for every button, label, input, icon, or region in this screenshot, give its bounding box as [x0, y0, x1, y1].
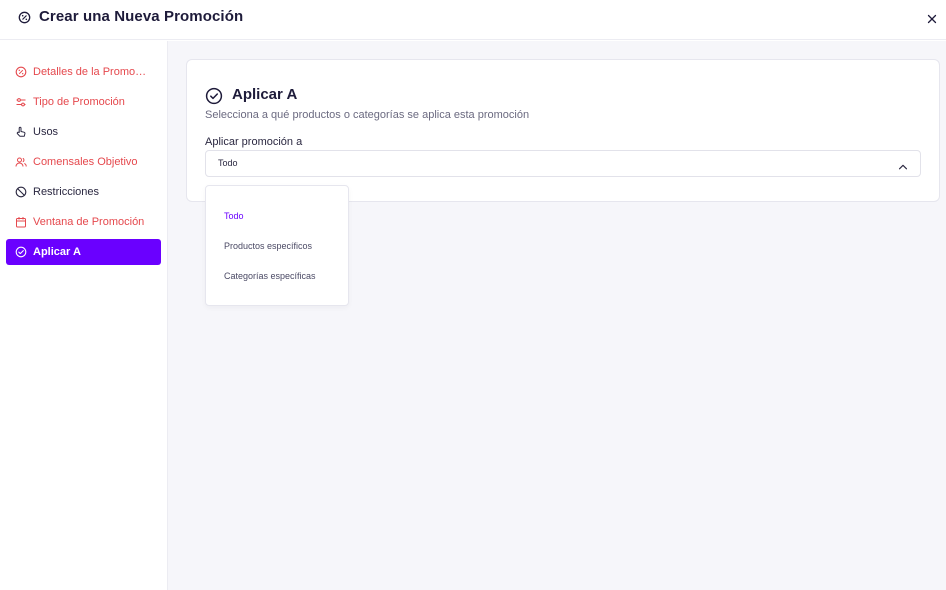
close-icon[interactable] — [926, 12, 938, 24]
modal-header: Crear una Nueva Promoción — [0, 0, 946, 40]
steps-sidebar: Detalles de la Promoción Tipo de Promoci… — [0, 41, 168, 590]
sidebar-item-label: Comensales Objetivo — [33, 156, 138, 168]
sidebar-item-label: Aplicar A — [33, 246, 81, 258]
dropdown-option-all[interactable]: Todo — [224, 211, 244, 221]
dropdown-option-specific-categories[interactable]: Categorías específicas — [224, 271, 316, 281]
section-subtitle: Selecciona a qué productos o categorías … — [205, 109, 530, 121]
percent-badge-icon — [18, 11, 31, 24]
sidebar-item-uses[interactable]: Usos — [6, 119, 161, 145]
sliders-icon — [15, 96, 27, 108]
select-value: Todo — [218, 158, 238, 168]
calendar-icon — [15, 216, 27, 228]
sidebar-item-apply-to[interactable]: Aplicar A — [6, 239, 161, 265]
percent-badge-icon — [15, 66, 27, 78]
sidebar-item-promotion-window[interactable]: Ventana de Promoción — [6, 209, 161, 235]
section-title: Aplicar A — [232, 86, 298, 103]
apply-to-card: Aplicar A Selecciona a qué productos o c… — [186, 59, 940, 202]
sidebar-item-label: Ventana de Promoción — [33, 216, 145, 228]
sidebar-item-promotion-details[interactable]: Detalles de la Promoción — [6, 59, 161, 85]
check-circle-icon — [15, 246, 27, 258]
sidebar-item-target-diners[interactable]: Comensales Objetivo — [6, 149, 161, 175]
check-circle-icon — [205, 87, 223, 105]
apply-to-dropdown-menu: Todo Productos específicos Categorías es… — [205, 185, 349, 306]
chevron-up-icon — [898, 159, 908, 170]
users-icon — [15, 156, 27, 168]
sidebar-item-label: Tipo de Promoción — [33, 96, 125, 108]
sidebar-item-promotion-type[interactable]: Tipo de Promoción — [6, 89, 161, 115]
sidebar-item-restrictions[interactable]: Restricciones — [6, 179, 161, 205]
main-content: Aplicar A Selecciona a qué productos o c… — [168, 41, 946, 590]
create-promotion-modal: Crear una Nueva Promoción Detalles de la… — [0, 0, 946, 590]
dropdown-option-specific-products[interactable]: Productos específicos — [224, 241, 312, 251]
sidebar-item-label: Restricciones — [33, 186, 100, 198]
apply-to-select[interactable]: Todo — [205, 150, 921, 177]
modal-title: Crear una Nueva Promoción — [39, 8, 244, 25]
apply-to-field-label: Aplicar promoción a — [205, 136, 303, 148]
sidebar-item-label: Detalles de la Promoción — [33, 66, 151, 78]
pointer-hand-icon — [15, 126, 27, 138]
sidebar-item-label: Usos — [33, 126, 59, 138]
ban-icon — [15, 186, 27, 198]
